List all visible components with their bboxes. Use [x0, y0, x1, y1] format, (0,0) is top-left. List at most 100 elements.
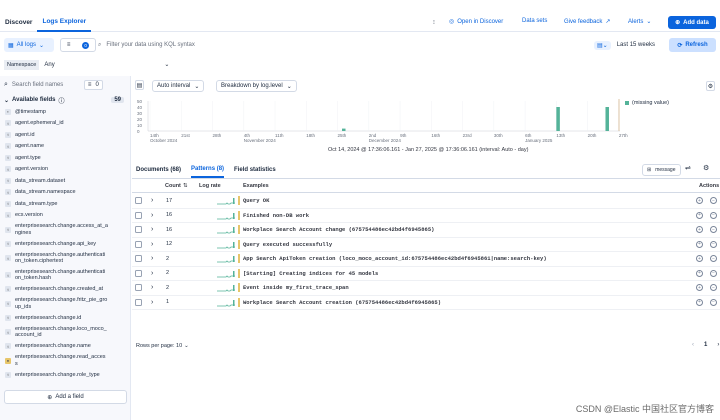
- row-checkbox[interactable]: [135, 197, 142, 205]
- tab-patterns[interactable]: Patterns (8): [191, 162, 225, 178]
- field-item[interactable]: t agent.type: [0, 152, 130, 164]
- tab-discover[interactable]: Discover: [0, 13, 37, 32]
- expand-icon[interactable]: ›: [151, 197, 153, 204]
- inspect-icon[interactable]: ⁝: [433, 19, 435, 26]
- field-item[interactable]: t data_stream.namespace: [0, 187, 130, 199]
- filter-out-icon[interactable]: −: [710, 197, 717, 205]
- calendar-icon[interactable]: ▤⌄: [594, 40, 611, 50]
- field-item[interactable]: t enterprisesearch.change.access_at_a ngi…: [0, 221, 130, 238]
- field-item[interactable]: t enterprisesearch.change.role_type: [0, 369, 130, 381]
- rows-per-page[interactable]: Rows per page: 10 ⌄: [136, 343, 189, 349]
- filter-for-icon[interactable]: +: [696, 298, 703, 306]
- filter-out-icon[interactable]: −: [710, 211, 717, 219]
- filter-out-icon[interactable]: −: [710, 240, 717, 248]
- interval-selector[interactable]: Auto interval ⌄: [152, 80, 205, 92]
- field-item[interactable]: t enterprisesearch.change.name: [0, 341, 130, 353]
- field-item[interactable]: t agent.ephemeral_id: [0, 118, 130, 130]
- tab-documents[interactable]: Documents (68): [136, 163, 181, 177]
- filter-for-icon[interactable]: +: [696, 211, 703, 219]
- table-row[interactable]: › 2 App Search ApiToken creation (loco_moc…: [132, 252, 720, 267]
- table-row[interactable]: › 16 Finished non-DB work + −: [132, 209, 720, 223]
- table-row[interactable]: › 16 Workplace Search Account change (6757…: [132, 223, 720, 238]
- filter-for-icon[interactable]: +: [696, 197, 703, 205]
- field-item[interactable]: t enterprisesearch.change.loco_moco_ acco…: [0, 324, 130, 341]
- field-item[interactable]: t enterprisesearch.change.created_at: [0, 284, 130, 296]
- table-row[interactable]: › 12 Query executed successfully + −: [132, 238, 720, 252]
- field-item[interactable]: ▪ @timestamp: [0, 106, 130, 118]
- row-checkbox[interactable]: [135, 269, 142, 277]
- field-item[interactable]: t enterprisesearch.change.fritz_pie_gro u…: [0, 295, 130, 312]
- expand-icon[interactable]: ›: [151, 226, 153, 233]
- filter-out-icon[interactable]: −: [710, 255, 717, 263]
- filter-for-icon[interactable]: +: [696, 269, 703, 277]
- row-checkbox[interactable]: [135, 211, 142, 219]
- page-number[interactable]: 1: [704, 342, 707, 348]
- expand-icon[interactable]: ›: [151, 284, 153, 291]
- table-row[interactable]: › 2 [Starting] Creating indices for 45 mod…: [132, 267, 720, 281]
- text-field-icon: t: [5, 120, 11, 127]
- histogram-bar[interactable]: [605, 107, 609, 131]
- breakdown-selector[interactable]: Breakdown by log.level ⌄: [216, 80, 297, 92]
- row-checkbox[interactable]: [135, 240, 142, 248]
- expand-icon[interactable]: ›: [151, 241, 153, 248]
- field-item[interactable]: t enterprisesearch.change.authenticati on…: [0, 250, 130, 267]
- histogram-bar[interactable]: [556, 107, 560, 131]
- field-item[interactable]: ● enterprisesearch.change.read_acces s: [0, 352, 130, 369]
- tab-field-statistics[interactable]: Field statistics: [234, 163, 276, 177]
- field-item[interactable]: t agent.name: [0, 141, 130, 153]
- expand-icon[interactable]: ›: [151, 255, 153, 262]
- table-row[interactable]: › 2 Event inside my_first_trace_span + −: [132, 281, 720, 296]
- sort-icon[interactable]: ⇅: [183, 183, 188, 189]
- options-icon[interactable]: ⇌: [685, 164, 691, 172]
- namespace-filter[interactable]: Namespace Any ⌄: [0, 57, 720, 72]
- filter-out-icon[interactable]: −: [710, 298, 717, 306]
- row-checkbox[interactable]: [135, 284, 142, 292]
- field-search-input[interactable]: Search field names: [12, 82, 80, 88]
- field-item[interactable]: t enterprisesearch.change.api_key: [0, 238, 130, 250]
- filter-for-icon[interactable]: +: [696, 240, 703, 248]
- field-item[interactable]: t enterprisesearch.change.authenticati on…: [0, 267, 130, 284]
- histogram-bar[interactable]: [342, 128, 346, 131]
- field-filter-button[interactable]: ≡ 0: [83, 80, 103, 90]
- filter-button[interactable]: ≡ 0: [60, 38, 96, 52]
- category-field-selector[interactable]: ⊞ message: [642, 164, 681, 176]
- time-picker[interactable]: ▤⌄ Last 15 weeks: [594, 38, 664, 52]
- row-checkbox[interactable]: [135, 298, 142, 306]
- field-item[interactable]: t ecs.version: [0, 210, 130, 222]
- filter-out-icon[interactable]: −: [710, 226, 717, 234]
- field-item[interactable]: t data_stream.dataset: [0, 175, 130, 187]
- refresh-button[interactable]: ⟳ Refresh: [669, 38, 716, 52]
- next-page-icon[interactable]: ›: [717, 342, 719, 348]
- filter-for-icon[interactable]: +: [696, 255, 703, 263]
- filter-for-icon[interactable]: +: [696, 284, 703, 292]
- tab-logs-explorer[interactable]: Logs Explorer: [37, 13, 92, 32]
- data-view-selector[interactable]: ▦ All logs ⌄: [4, 38, 54, 52]
- data-sets-link[interactable]: Data sets: [522, 18, 547, 24]
- chart-options-icon[interactable]: ⚙: [706, 81, 715, 91]
- filter-out-icon[interactable]: −: [710, 269, 717, 277]
- table-row[interactable]: › 1 Workplace Search Account creation (675…: [132, 296, 720, 310]
- filter-for-icon[interactable]: +: [696, 226, 703, 234]
- prev-page-icon[interactable]: ‹: [692, 342, 694, 348]
- expand-icon[interactable]: ›: [151, 299, 153, 306]
- row-checkbox[interactable]: [135, 255, 142, 263]
- add-data-button[interactable]: ⊕ Add data: [668, 16, 716, 29]
- filter-out-icon[interactable]: −: [710, 284, 717, 292]
- field-item[interactable]: t enterprisesearch.change.id: [0, 312, 130, 324]
- table-row[interactable]: › 17 Query OK + −: [132, 194, 720, 209]
- field-item[interactable]: t agent.version: [0, 164, 130, 176]
- kql-search-input[interactable]: ⌕ Filter your data using KQL syntax: [98, 38, 588, 52]
- expand-icon[interactable]: ›: [151, 212, 153, 219]
- available-fields-header[interactable]: ⌄ Available fields ⓘ 59: [0, 94, 130, 106]
- add-field-button[interactable]: ⊕ Add a field: [4, 390, 127, 404]
- give-feedback-link[interactable]: Give feedback ↗: [564, 18, 610, 26]
- chart-settings-icon[interactable]: ▤: [135, 80, 144, 90]
- row-checkbox[interactable]: [135, 226, 142, 234]
- field-item[interactable]: t agent.id: [0, 129, 130, 141]
- field-item[interactable]: t data_stream.type: [0, 198, 130, 210]
- col-count[interactable]: Count: [165, 183, 181, 189]
- alerts-menu[interactable]: Alerts ⌄: [628, 18, 651, 26]
- open-in-discover-link[interactable]: ◎ Open in Discover: [449, 18, 503, 26]
- expand-icon[interactable]: ›: [151, 270, 153, 277]
- settings-icon[interactable]: ⚙: [703, 164, 709, 172]
